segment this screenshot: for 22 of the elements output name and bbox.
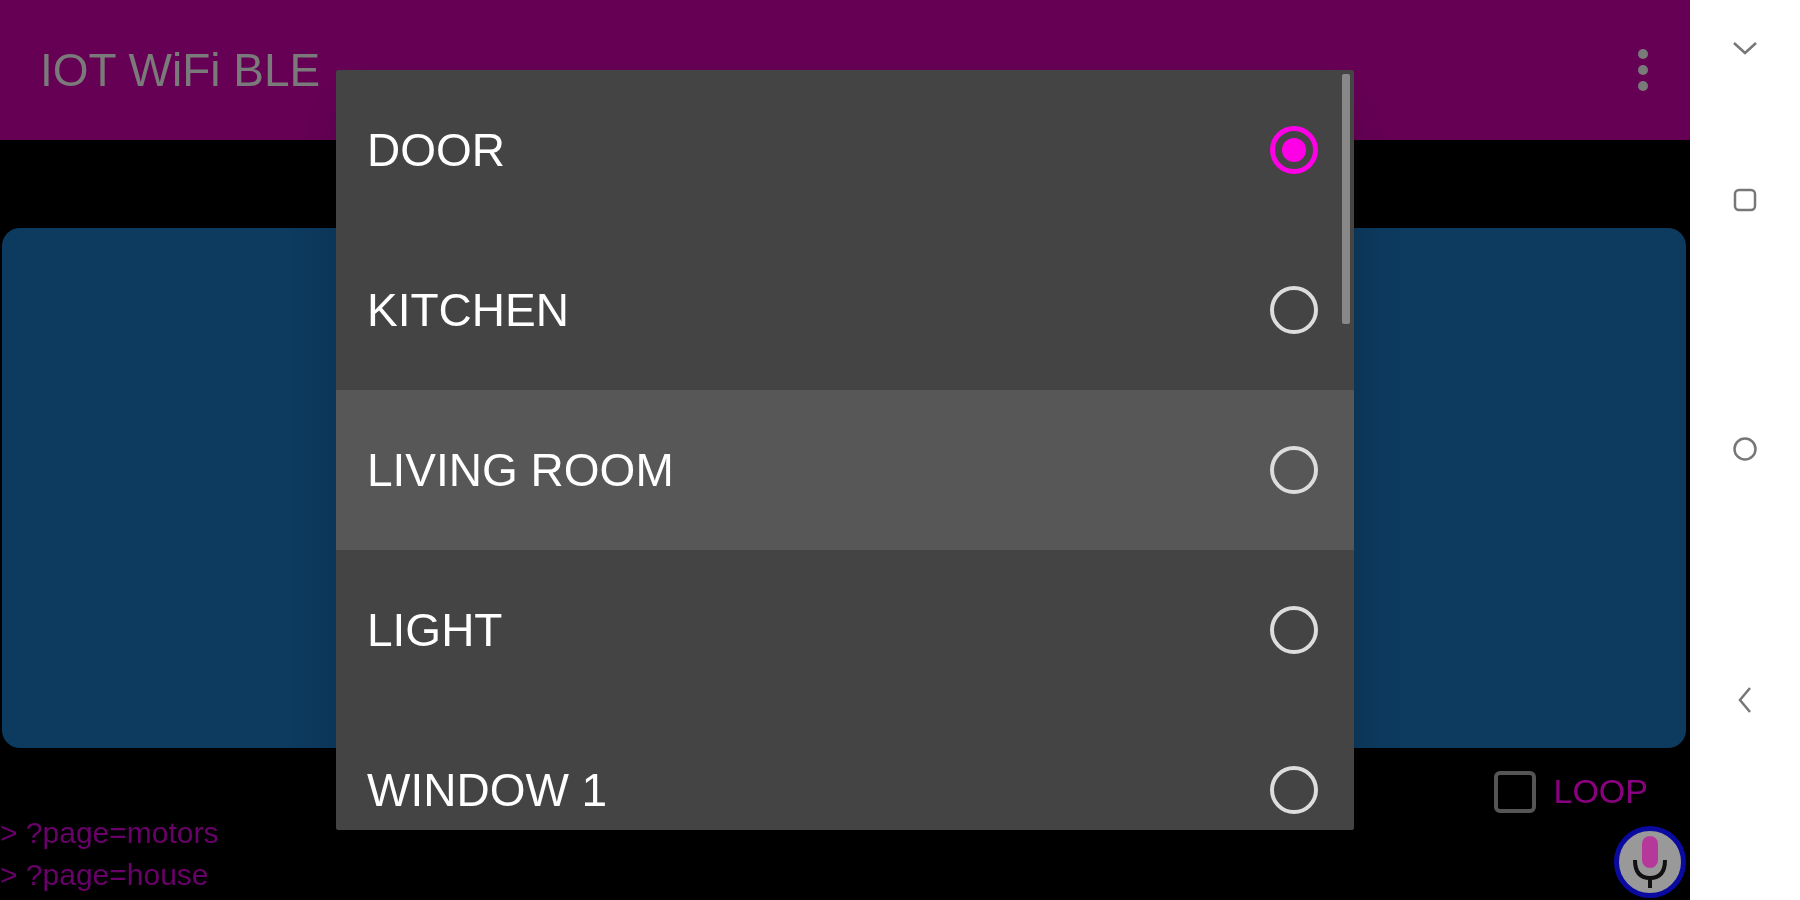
- option-row[interactable]: KITCHEN: [336, 230, 1354, 390]
- option-label: WINDOW 1: [367, 762, 608, 818]
- log-line: > ?page=motors: [0, 815, 219, 851]
- option-label: DOOR: [367, 122, 505, 178]
- option-label: LIVING ROOM: [367, 442, 674, 498]
- overflow-menu-icon[interactable]: [1636, 48, 1650, 92]
- option-row[interactable]: LIGHT: [336, 550, 1354, 710]
- option-row[interactable]: DOOR: [336, 70, 1354, 230]
- option-label: KITCHEN: [367, 282, 569, 338]
- home-icon[interactable]: [1732, 436, 1758, 462]
- loop-label: LOOP: [1553, 771, 1648, 812]
- app-title: IOT WiFi BLE: [40, 42, 321, 98]
- option-row[interactable]: LIVING ROOM: [336, 390, 1354, 550]
- loop-checkbox[interactable]: [1493, 770, 1536, 813]
- chevron-down-icon[interactable]: [1732, 40, 1758, 56]
- recent-apps-icon[interactable]: [1733, 188, 1757, 212]
- option-row[interactable]: WINDOW 1: [336, 710, 1354, 830]
- back-icon[interactable]: [1737, 686, 1753, 714]
- log-line: > ?page=house: [0, 857, 210, 893]
- radio-button[interactable]: [1270, 126, 1318, 174]
- microphone-icon: [1630, 834, 1670, 890]
- option-label: LIGHT: [367, 602, 503, 658]
